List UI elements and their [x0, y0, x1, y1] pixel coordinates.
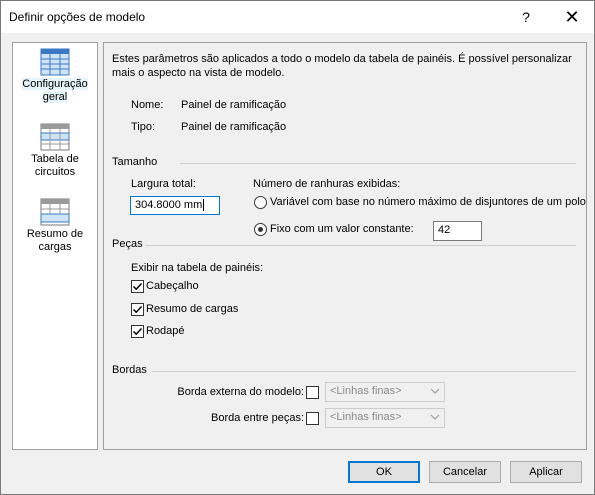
- footer-checkbox[interactable]: [131, 325, 144, 338]
- width-input-value: 304.8000 mm: [135, 199, 203, 211]
- radio-fixed-label[interactable]: Fixo com um valor constante:: [270, 223, 414, 235]
- sidebar-item-label: Resumo de cargas: [26, 228, 84, 253]
- checkmark-icon: [132, 305, 143, 314]
- slots-label: Número de ranhuras exibidas:: [253, 178, 401, 190]
- title-bar: Definir opções de modelo ? ✕: [1, 1, 594, 33]
- circuit-table-icon: [40, 123, 70, 151]
- inner-border-checkbox[interactable]: [306, 412, 319, 425]
- type-label: Tipo:: [131, 121, 156, 133]
- section-divider: [180, 163, 576, 164]
- sidebar-item-label: Tabela de circuitos: [31, 153, 79, 178]
- general-settings-icon: [40, 48, 70, 76]
- apply-button[interactable]: Aplicar: [510, 461, 582, 483]
- load-summary-icon: [40, 198, 70, 226]
- sidebar: Configuração geral Tabela de circuitos R…: [12, 42, 98, 450]
- fixed-value-text: 42: [438, 224, 451, 236]
- outer-border-select: <Linhas finas>: [325, 382, 445, 402]
- cancel-button[interactable]: Cancelar: [429, 461, 501, 483]
- header-checkbox-label[interactable]: Cabeçalho: [146, 280, 199, 292]
- radio-variable-label[interactable]: Variável com base no número máximo de di…: [270, 196, 586, 208]
- outer-border-label: Borda externa do modelo:: [177, 386, 304, 398]
- parts-section-title: Peças: [112, 238, 143, 250]
- settings-panel: Estes parâmetros são aplicados a todo o …: [103, 42, 587, 450]
- description-text: Estes parâmetros são aplicados a todo o …: [112, 53, 572, 79]
- borders-section-title: Bordas: [112, 364, 147, 376]
- radio-fixed[interactable]: [254, 223, 267, 236]
- type-value: Painel de ramificação: [181, 121, 287, 133]
- show-in-table-label: Exibir na tabela de painéis:: [131, 262, 264, 274]
- sidebar-item-circuits[interactable]: Tabela de circuitos: [15, 123, 95, 179]
- fixed-value-input[interactable]: 42: [433, 221, 482, 241]
- name-value: Painel de ramificação: [181, 99, 287, 111]
- header-checkbox[interactable]: [131, 280, 144, 293]
- checkmark-icon: [132, 282, 143, 291]
- inner-border-label: Borda entre peças:: [211, 412, 304, 424]
- sidebar-item-general[interactable]: Configuração geral: [15, 48, 95, 104]
- text-caret: [203, 199, 205, 212]
- footer-checkbox-label[interactable]: Rodapé: [146, 325, 185, 337]
- ok-button[interactable]: OK: [348, 461, 420, 483]
- width-label: Largura total:: [131, 178, 196, 190]
- sidebar-item-load-summary[interactable]: Resumo de cargas: [15, 198, 95, 254]
- size-section-title: Tamanho: [112, 156, 158, 168]
- radio-variable[interactable]: [254, 196, 267, 209]
- checkmark-icon: [132, 327, 143, 336]
- help-button[interactable]: ?: [504, 1, 548, 33]
- width-input[interactable]: 304.8000 mm: [130, 196, 220, 215]
- chevron-down-icon: [430, 414, 440, 420]
- load-summary-checkbox-label[interactable]: Resumo de cargas: [146, 303, 238, 315]
- section-divider: [145, 245, 576, 246]
- inner-border-select-value: <Linhas finas>: [330, 411, 402, 423]
- outer-border-select-value: <Linhas finas>: [330, 385, 402, 397]
- inner-border-select: <Linhas finas>: [325, 408, 445, 428]
- chevron-down-icon: [430, 388, 440, 394]
- section-divider: [152, 371, 576, 372]
- dialog-title: Definir opções de modelo: [9, 10, 146, 24]
- close-button[interactable]: ✕: [550, 1, 594, 33]
- load-summary-checkbox[interactable]: [131, 303, 144, 316]
- outer-border-checkbox[interactable]: [306, 386, 319, 399]
- name-label: Nome:: [131, 99, 164, 111]
- sidebar-item-label: Configuração geral: [22, 78, 88, 103]
- dialog-window: Definir opções de modelo ? ✕ Configuraçã…: [0, 0, 595, 495]
